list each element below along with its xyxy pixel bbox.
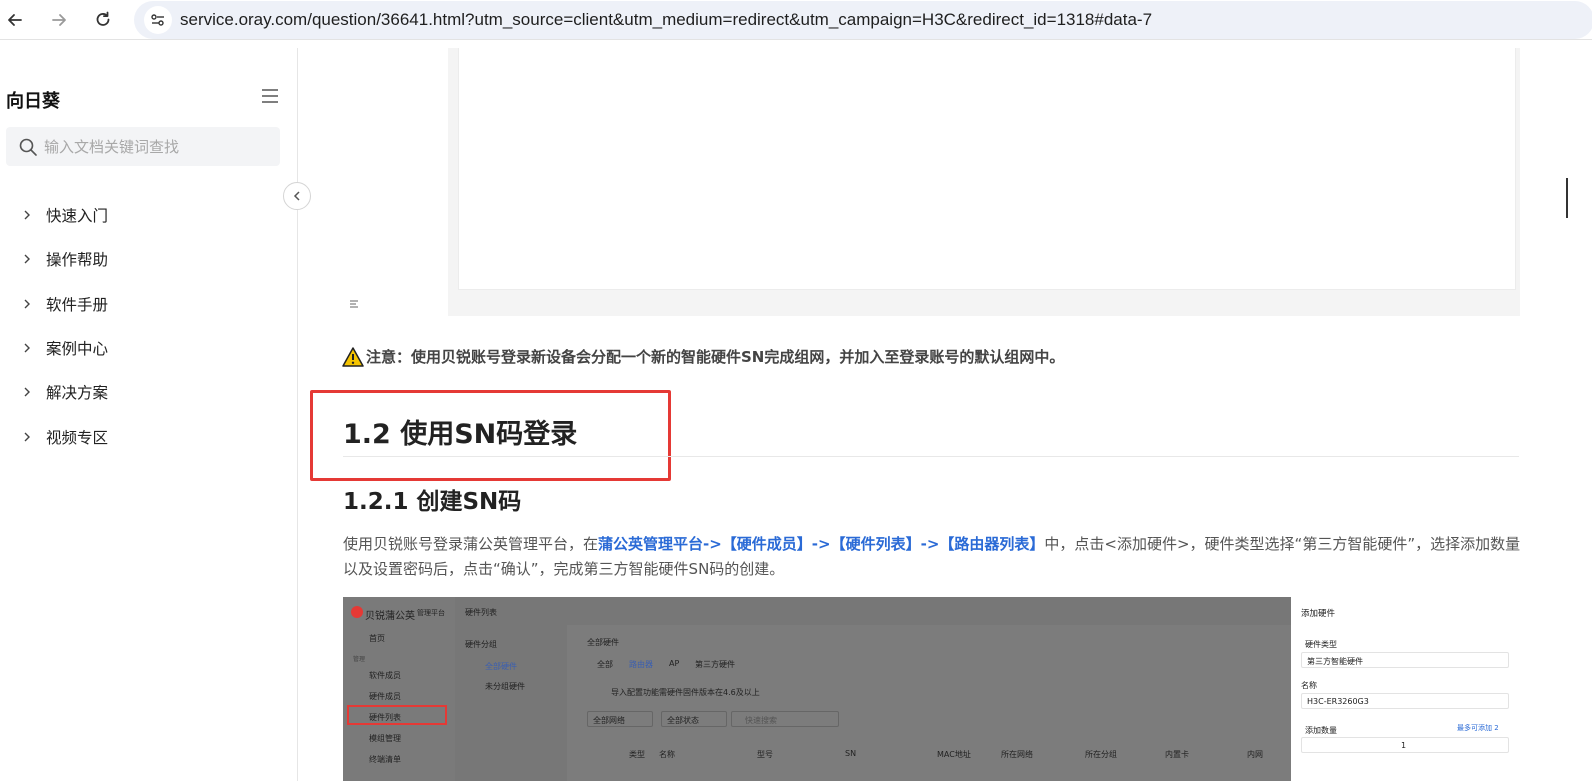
shot-tab-all: 全部 [597,660,613,669]
shot-group-ungrouped: 未分组硬件 [485,682,525,691]
embedded-screenshot: 贝锐蒲公英 管理平台 首页 管理 软件成员 硬件成员 硬件列表 模组管理 终端清… [343,597,1520,781]
shot-logo-text: 贝锐蒲公英 [365,611,415,622]
shot-sidebar: 贝锐蒲公英 管理平台 首页 管理 软件成员 硬件成员 硬件列表 模组管理 终端清… [343,597,455,781]
shot-highlight-box [347,705,447,725]
sidebar-nav: 快速入门 操作帮助 软件手册 案例中心 解决方案 视频专区 [0,193,297,459]
shot-filter-network-label: 全部网络 [593,716,625,725]
shot-filter-status-label: 全部状态 [667,716,699,725]
sidebar-item-solutions[interactable]: 解决方案 [0,370,297,414]
warning-icon [342,346,364,367]
chevron-right-icon [24,432,30,442]
shot-group-all: 全部硬件 [485,662,517,671]
url-text[interactable]: service.oray.com/question/36641.html?utm… [180,10,1152,30]
shot-qty-hint: 最多可添加 2 [1457,724,1499,732]
shot-col-network: 所在网络 [1001,750,1033,759]
instructions-paragraph: 使用贝锐账号登录蒲公英管理平台，在蒲公英管理平台->【硬件成员】->【硬件列表】… [343,532,1523,582]
forward-button[interactable] [46,7,72,33]
search-box[interactable] [6,127,280,166]
back-button[interactable] [2,7,28,33]
divider [343,456,1519,457]
shot-panel: 硬件分组 全部硬件 未分组硬件 全部硬件 全部 路由器 AP 第三方硬件 导入配… [455,625,1291,781]
shot-menu-software: 软件成员 [369,671,401,680]
shot-menu-home: 首页 [369,634,385,643]
section-heading: 1.2 使用SN码登录 [343,419,578,450]
shot-tab-third-party: 第三方硬件 [695,660,735,669]
article-content: 注意：使用贝锐账号登录新设备会分配一个新的智能硬件SN完成组网，并加入至登录账号… [298,48,1592,781]
shot-qty-label: 添加数量 [1305,726,1337,735]
docs-sidebar: 向日葵 快速入门 操作帮助 软件手册 案例中心 解决方案 视频专区 [0,48,298,781]
scroll-gutter [1564,48,1592,781]
browser-toolbar: service.oray.com/question/36641.html?utm… [0,0,1592,40]
arrow-left-icon [8,14,22,26]
sidebar-item-label: 视频专区 [46,428,109,447]
shot-menu-hardware: 硬件成员 [369,692,401,701]
shot-search-label: 快速搜索 [745,716,777,725]
shot-col-sn: SN [845,749,857,758]
sidebar-item-operation-help[interactable]: 操作帮助 [0,237,297,281]
sidebar-item-label: 案例中心 [46,340,109,359]
article-image-top [448,48,1520,316]
scrollbar-thumb[interactable] [1566,178,1568,218]
chevron-right-icon [24,387,30,397]
subsection-heading: 1.2.1 创建SN码 [343,489,522,515]
sidebar-item-videos[interactable]: 视频专区 [0,414,297,458]
shot-col-lan: 内网 [1247,750,1263,759]
search-input[interactable] [44,127,274,166]
sidebar-item-label: 解决方案 [46,384,109,403]
sidebar-item-label: 软件手册 [46,295,109,314]
site-info-button[interactable] [144,6,172,34]
shot-topbar: 硬件列表 [455,597,1291,625]
platform-path-link[interactable]: 蒲公英管理平台->【硬件成员】->【硬件列表】->【路由器列表】 [598,535,1044,553]
brand-title[interactable]: 向日葵 [6,87,60,113]
shot-page-title: 硬件列表 [465,608,497,617]
shot-group-title: 硬件分组 [465,640,497,649]
reload-icon [96,11,110,26]
shot-qty-value: 1 [1401,741,1407,750]
sidebar-item-case-center[interactable]: 案例中心 [0,326,297,370]
address-bar[interactable]: service.oray.com/question/36641.html?utm… [134,1,1592,39]
shot-col-sim: 内置卡 [1165,750,1189,759]
shot-drawer-title: 添加硬件 [1301,609,1336,619]
shot-platform-text: 管理平台 [417,609,445,617]
shot-name-value: H3C-ER3260G3 [1307,697,1369,706]
reload-button[interactable] [90,7,116,33]
shot-type-value: 第三方智能硬件 [1307,657,1363,666]
shot-group-panel: 硬件分组 全部硬件 未分组硬件 [455,625,567,781]
warning-note: 注意：使用贝锐账号登录新设备会分配一个新的智能硬件SN完成组网，并加入至登录账号… [342,346,1064,367]
shot-name-label: 名称 [1301,681,1317,690]
sidebar-item-label: 操作帮助 [46,251,109,270]
chevron-right-icon [24,254,30,264]
shot-menu-terminal: 终端清单 [369,755,401,764]
shot-menu-module: 模组管理 [369,734,401,743]
shot-tab-ap: AP [669,659,680,668]
shot-col-type: 类型 [629,750,645,759]
shot-col-group: 所在分组 [1085,750,1117,759]
para-prefix: 使用贝锐账号登录蒲公英管理平台，在 [343,535,599,553]
shot-type-label: 硬件类型 [1305,640,1337,649]
chevron-right-icon [24,210,30,220]
sidebar-item-label: 快速入门 [46,207,109,226]
shot-col-name: 名称 [659,750,675,759]
warning-text: 注意：使用贝锐账号登录新设备会分配一个新的智能硬件SN完成组网，并加入至登录账号… [366,348,1065,366]
shot-col-model: 型号 [757,750,773,759]
chevron-right-icon [24,299,30,309]
shot-tip: 导入配置功能需硬件固件版本在4.6及以上 [611,688,760,697]
shot-tab-router: 路由器 [629,660,653,669]
shot-col-mac: MAC地址 [937,750,971,759]
list-icon[interactable] [348,298,360,310]
search-icon [19,138,37,156]
menu-icon[interactable] [261,88,279,104]
image-frame [458,48,1516,290]
arrow-right-icon [52,14,66,26]
chevron-right-icon [24,343,30,353]
tune-icon [151,14,164,26]
shot-menu-group: 管理 [353,656,366,663]
chevron-left-icon [293,191,300,201]
sidebar-item-quick-start[interactable]: 快速入门 [0,193,297,237]
logo-icon [351,606,363,618]
shot-list-title: 全部硬件 [587,638,619,647]
shot-add-hardware-drawer: 添加硬件 硬件类型 第三方智能硬件 名称 H3C-ER3260G3 添加数量 最… [1291,597,1520,781]
sidebar-item-software-manual[interactable]: 软件手册 [0,282,297,326]
collapse-sidebar-button[interactable] [283,182,311,210]
